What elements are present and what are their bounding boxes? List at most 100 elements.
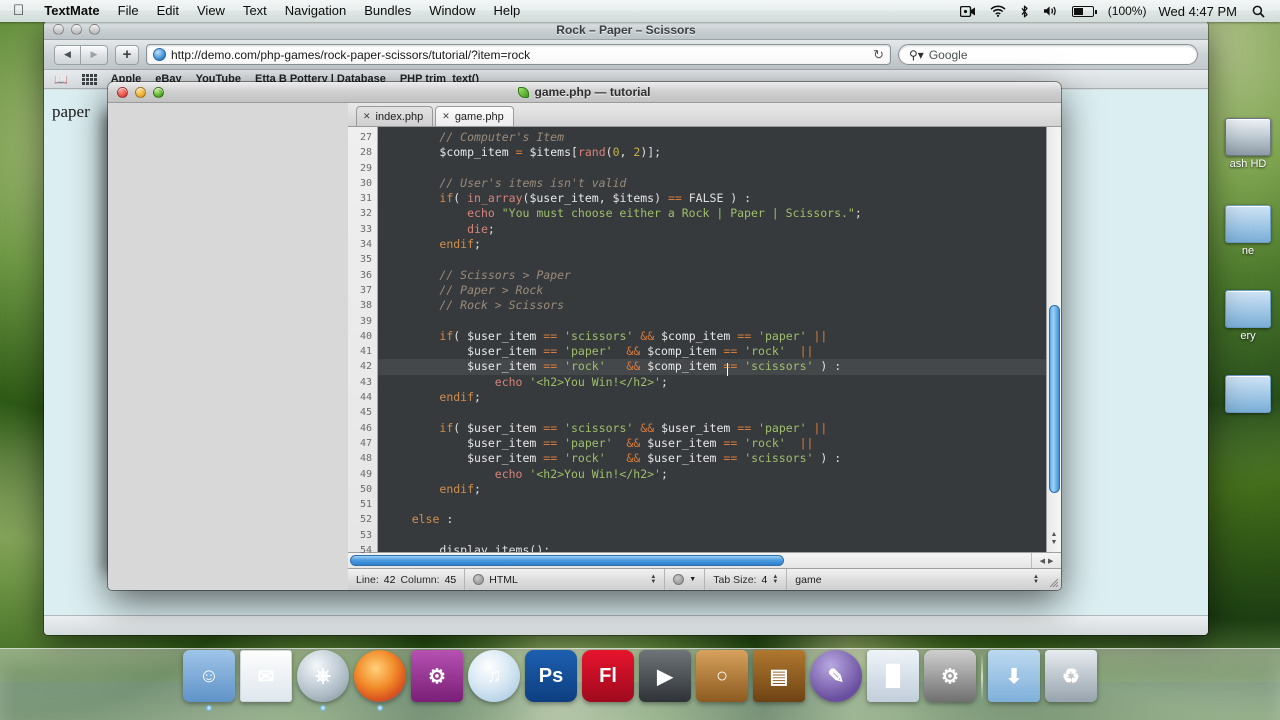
dock-item-imovie[interactable]: ▶ (639, 650, 691, 702)
bluetooth-icon[interactable] (1013, 5, 1036, 18)
desktop-folder-icon[interactable]: ne (1210, 205, 1280, 257)
horizontal-scroll-thumb[interactable] (350, 555, 784, 566)
apple-menu-icon[interactable]:  (0, 0, 35, 22)
tab-close-icon[interactable]: ✕ (442, 111, 450, 122)
code-line[interactable] (378, 497, 1061, 512)
show-bookmarks-icon[interactable]: 📖 (54, 73, 68, 86)
code-line[interactable]: if( $user_item == 'scissors' && $user_it… (378, 421, 1061, 436)
dock-item-numbers[interactable]: █ (867, 650, 919, 702)
vertical-scrollbar[interactable]: ▲ ▼ (1046, 127, 1061, 552)
new-tab-button[interactable]: + (115, 44, 139, 65)
code-line[interactable]: if( in_array($user_item, $items) == FALS… (378, 191, 1061, 206)
volume-icon[interactable] (1036, 5, 1065, 17)
spotlight-search-icon[interactable] (1245, 5, 1272, 18)
menu-item-view[interactable]: View (188, 0, 234, 22)
dock-item-system-preferences[interactable]: ⚙ (924, 650, 976, 702)
code-line[interactable]: $comp_item = $items[rand(0, 2)]; (378, 145, 1061, 160)
zoom-button[interactable] (89, 24, 100, 35)
code-line[interactable]: // Rock > Scissors (378, 298, 1061, 313)
vertical-scroll-arrows[interactable]: ▲ ▼ (1047, 524, 1061, 552)
code-line[interactable]: else : (378, 512, 1061, 527)
code-line[interactable]: echo "You must choose either a Rock | Pa… (378, 206, 1061, 221)
dock-item-pages[interactable]: ✎ (810, 650, 862, 702)
zoom-button[interactable] (153, 86, 164, 98)
code-line[interactable]: endif; (378, 237, 1061, 252)
code-line[interactable] (378, 405, 1061, 420)
scroll-up-arrow[interactable]: ▲ (1051, 531, 1058, 538)
search-field[interactable]: ⚲▾ Google (898, 44, 1198, 65)
code-line[interactable]: $user_item == 'rock' && $user_item == 's… (378, 451, 1061, 466)
back-button[interactable]: ◀ (54, 44, 81, 65)
macintosh-hd-icon[interactable]: ash HD (1210, 118, 1280, 170)
editor-tab[interactable]: ✕ index.php (356, 106, 434, 126)
dock-item-safari[interactable]: ⎈ (297, 650, 349, 711)
textmate-window[interactable]: game.php — tutorial ✕ index.php ✕ game.php … (108, 82, 1061, 590)
dock-item-firefox[interactable] (354, 650, 406, 711)
close-button[interactable] (117, 86, 128, 98)
top-sites-icon[interactable] (81, 73, 97, 85)
menu-item-edit[interactable]: Edit (148, 0, 188, 22)
menu-item-help[interactable]: Help (484, 0, 529, 22)
minimize-button[interactable] (71, 24, 82, 35)
menu-item-file[interactable]: File (109, 0, 148, 22)
editor-tab[interactable]: ✕ game.php (435, 106, 514, 126)
code-line[interactable]: // User's items isn't valid (378, 176, 1061, 191)
dock-item-trash[interactable]: ♻ (1045, 650, 1097, 702)
code-line[interactable] (378, 161, 1061, 176)
code-line[interactable]: $user_item == 'paper' && $user_item == '… (378, 436, 1061, 451)
browser-title-bar[interactable]: Rock – Paper – Scissors (44, 20, 1208, 40)
code-line[interactable]: die; (378, 222, 1061, 237)
code-line[interactable]: // Computer's Item (378, 130, 1061, 145)
code-line[interactable]: $user_item == 'rock' && $comp_item == 's… (378, 359, 1061, 375)
tab-size-stepper-icon[interactable]: ▲ ▼ (772, 574, 778, 585)
theme-chevron-icon[interactable]: ▼ (689, 576, 696, 583)
menu-item-bundles[interactable]: Bundles (355, 0, 420, 22)
code-editor[interactable]: // Computer's Item $comp_item = $items[r… (378, 127, 1061, 552)
code-line[interactable]: display_items(); (378, 543, 1061, 552)
code-line[interactable]: $user_item == 'paper' && $comp_item == '… (378, 344, 1061, 359)
menu-item-window[interactable]: Window (420, 0, 484, 22)
address-bar[interactable]: http://demo.com/php-games/rock-paper-sci… (146, 44, 891, 65)
scroll-right-arrow[interactable]: ▶ (1048, 557, 1053, 565)
code-line[interactable] (378, 528, 1061, 543)
menu-item-navigation[interactable]: Navigation (276, 0, 355, 22)
dock-item-photoshop[interactable]: Ps (525, 650, 577, 702)
window-resize-grip[interactable] (1047, 569, 1061, 590)
pottery-folder-icon[interactable]: ery (1210, 290, 1280, 342)
horizontal-scrollbar[interactable] (348, 553, 1031, 568)
menu-bar-clock[interactable]: Wed 4:47 PM (1150, 4, 1245, 19)
code-line[interactable]: endif; (378, 482, 1061, 497)
code-line[interactable]: echo '<h2>You Win!</h2>'; (378, 375, 1061, 390)
language-selector[interactable]: HTML ▲ ▼ (465, 569, 666, 590)
dock-item-downloads-folder[interactable]: ⬇ (988, 650, 1040, 702)
code-line[interactable]: echo '<h2>You Win!</h2>'; (378, 467, 1061, 482)
dock-item-finder[interactable]: ☺ (183, 650, 235, 711)
battery-icon[interactable] (1065, 5, 1101, 17)
tab-close-icon[interactable]: ✕ (363, 111, 371, 122)
reload-icon[interactable]: ↻ (873, 47, 884, 63)
dock-item-itunes[interactable]: ♫ (468, 650, 520, 702)
screen-recording-icon[interactable] (953, 5, 983, 17)
wifi-icon[interactable] (983, 5, 1013, 17)
menu-item-app[interactable]: TextMate (35, 0, 108, 22)
extra-folder-icon[interactable] (1210, 375, 1280, 415)
code-line[interactable]: // Paper > Rock (378, 283, 1061, 298)
forward-button[interactable]: ▶ (81, 44, 108, 65)
horizontal-scroll-arrows[interactable]: ◀ ▶ (1031, 553, 1061, 568)
close-button[interactable] (53, 24, 64, 35)
dock-item-keynote[interactable]: ▤ (753, 650, 805, 702)
code-line[interactable] (378, 252, 1061, 267)
dock-item-flash[interactable]: Fl (582, 650, 634, 702)
dock-item-iphoto[interactable]: ⚙ (411, 650, 463, 702)
bundle-selector[interactable]: game ▲ ▼ (787, 569, 1047, 590)
scroll-left-arrow[interactable]: ◀ (1040, 557, 1045, 565)
language-stepper-icon[interactable]: ▲ ▼ (650, 574, 656, 585)
textmate-title-bar[interactable]: game.php — tutorial (108, 82, 1061, 103)
theme-selector[interactable]: ▼ (665, 569, 706, 590)
code-line[interactable]: // Scissors > Paper (378, 268, 1061, 283)
dock-item-mail[interactable]: ✉ (240, 650, 292, 702)
menu-item-text[interactable]: Text (234, 0, 276, 22)
code-line[interactable]: endif; (378, 390, 1061, 405)
scroll-down-arrow[interactable]: ▼ (1051, 539, 1058, 546)
vertical-scroll-thumb[interactable] (1049, 305, 1060, 493)
